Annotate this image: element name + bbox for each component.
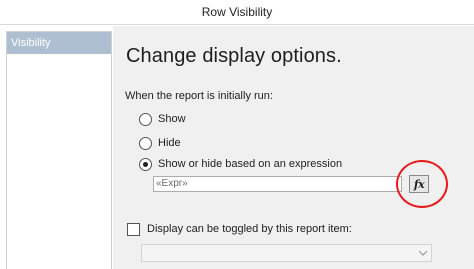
main-panel: Change display options. When the report … bbox=[113, 26, 474, 269]
expression-option-label: Show or hide based on an expression bbox=[158, 158, 343, 170]
hide-option[interactable]: Hide bbox=[139, 136, 181, 150]
expression-button[interactable]: fx bbox=[409, 175, 429, 193]
hide-radio[interactable] bbox=[139, 136, 152, 150]
function-icon: fx bbox=[413, 177, 425, 191]
title-bar: Row Visibility bbox=[0, 0, 474, 25]
initial-run-prompt: When the report is initially run: bbox=[125, 90, 273, 102]
toggle-option[interactable]: Display can be toggled by this report it… bbox=[127, 222, 352, 236]
toggle-label: Display can be toggled by this report it… bbox=[147, 223, 352, 235]
expression-option[interactable]: Show or hide based on an expression bbox=[139, 157, 342, 171]
show-radio[interactable] bbox=[139, 112, 152, 126]
toggle-checkbox[interactable] bbox=[127, 222, 140, 236]
sidebar-item-visibility[interactable]: Visibility bbox=[7, 32, 111, 54]
show-label: Show bbox=[158, 113, 186, 125]
expression-radio[interactable] bbox=[139, 157, 152, 171]
window-title: Row Visibility bbox=[201, 5, 273, 19]
sidebar: Visibility bbox=[6, 31, 112, 269]
toggle-item-dropdown[interactable] bbox=[141, 244, 432, 262]
page-title: Change display options. bbox=[126, 45, 342, 67]
sidebar-item-label: Visibility bbox=[11, 37, 51, 49]
hide-label: Hide bbox=[158, 137, 181, 149]
chevron-down-icon bbox=[418, 250, 428, 256]
expression-field[interactable]: «Expr» bbox=[153, 176, 402, 192]
show-option[interactable]: Show bbox=[139, 112, 186, 126]
